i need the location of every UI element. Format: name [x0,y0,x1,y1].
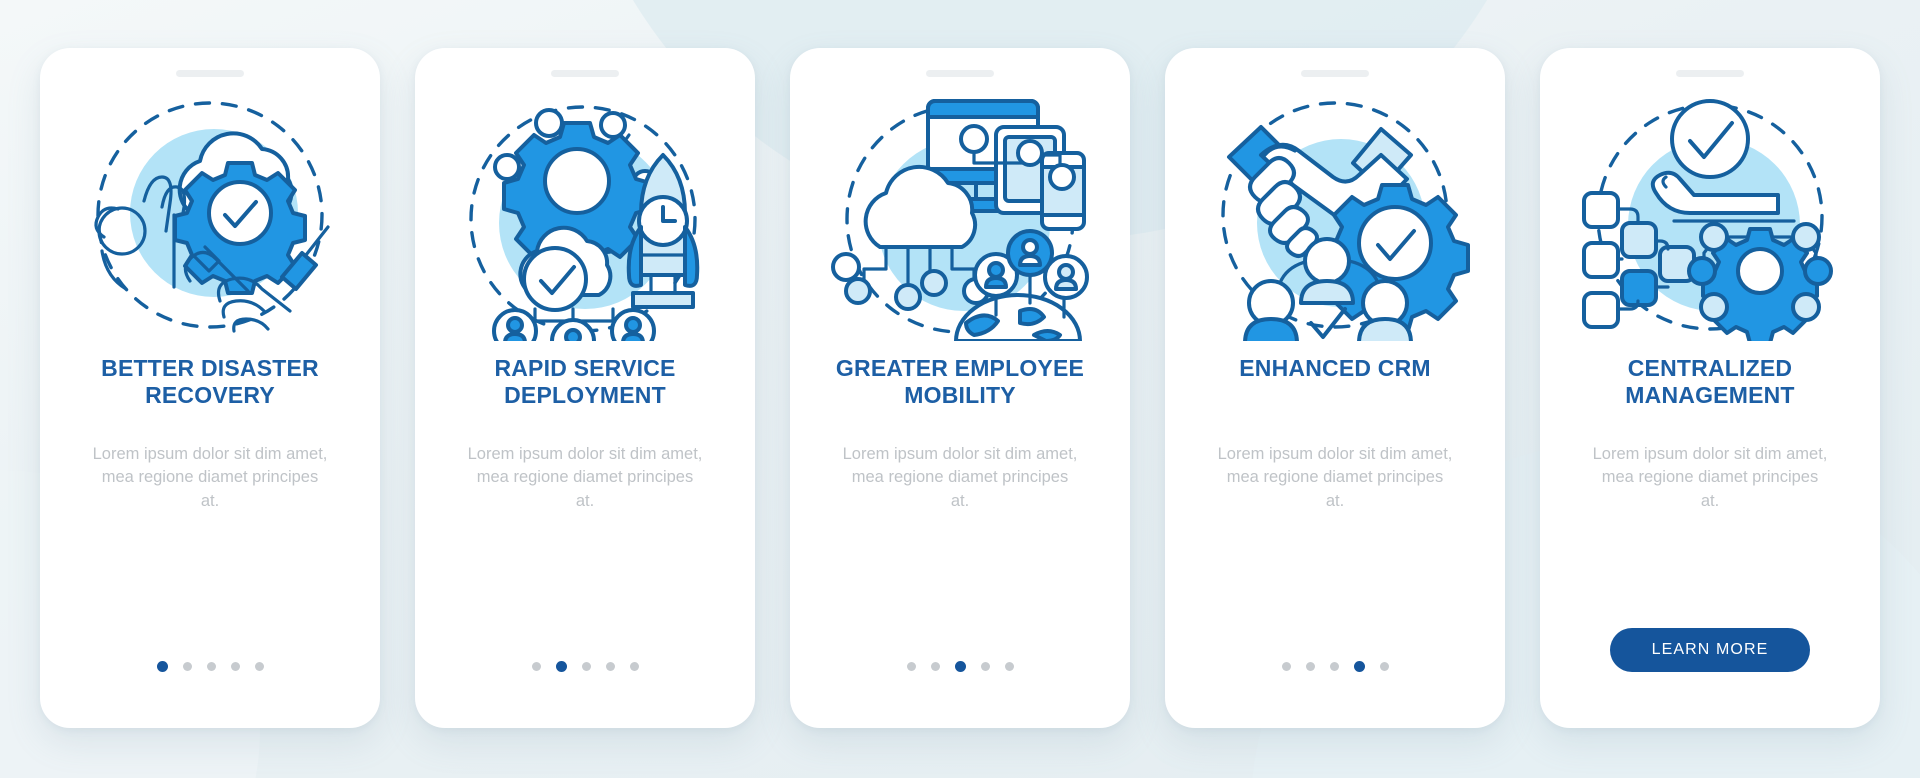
card-body-text: Lorem ipsum dolor sit dim amet, mea regi… [1217,445,1453,510]
onboarding-card-2[interactable]: RAPID SERVICE DEPLOYMENT Lorem ipsum dol… [415,48,755,728]
card-title: CENTRALIZED MANAGEMENT [1625,355,1795,408]
pagination-dot-3[interactable] [954,661,966,672]
phone-speaker-notch [1676,70,1744,77]
pagination-dot-4[interactable] [980,662,990,671]
learn-more-button[interactable]: LEARN MORE [1609,628,1811,672]
illustration-centralized-management [1574,95,1846,345]
onboarding-card-3[interactable]: GREATER EMPLOYEE MOBILITY Lorem ipsum do… [790,48,1130,728]
phone-speaker-notch [176,70,244,77]
pagination-dot-5[interactable] [1379,662,1389,671]
pagination-dot-4[interactable] [230,662,240,671]
pagination-dot-5[interactable] [629,662,639,671]
phone-speaker-notch [551,70,619,77]
pagination-dot-4[interactable] [605,662,615,671]
pagination-dot-2[interactable] [182,662,192,671]
pagination-dot-1[interactable] [1281,662,1291,671]
pagination-dots[interactable] [906,661,1014,672]
onboarding-card-5[interactable]: CENTRALIZED MANAGEMENT Lorem ipsum dolor… [1540,48,1880,728]
pagination-dot-1[interactable] [531,662,541,671]
pagination-dot-2[interactable] [1305,662,1315,671]
pagination-dot-1[interactable] [906,662,916,671]
card-footer [415,661,755,672]
illustration-better-disaster-recovery [74,95,346,341]
card-title: BETTER DISASTER RECOVERY [101,355,319,408]
onboarding-card-1[interactable]: BETTER DISASTER RECOVERY Lorem ipsum dol… [40,48,380,728]
card-body-text: Lorem ipsum dolor sit dim amet, mea regi… [1592,445,1828,510]
pagination-dot-1[interactable] [156,661,168,672]
pagination-dots[interactable] [1281,661,1389,672]
pagination-dot-4[interactable] [1353,661,1365,672]
card-body-text: Lorem ipsum dolor sit dim amet, mea regi… [842,445,1078,510]
card-body-text: Lorem ipsum dolor sit dim amet, mea regi… [92,445,328,510]
card-footer: LEARN MORE [1540,628,1880,672]
phone-speaker-notch [1301,70,1369,77]
card-title: GREATER EMPLOYEE MOBILITY [835,355,1085,408]
pagination-dot-2[interactable] [555,661,567,672]
pagination-dots[interactable] [531,661,639,672]
pagination-dots[interactable] [156,661,264,672]
pagination-dot-2[interactable] [930,662,940,671]
onboarding-card-4[interactable]: ENHANCED CRM Lorem ipsum dolor sit dim a… [1165,48,1505,728]
card-footer [1165,661,1505,672]
pagination-dot-5[interactable] [254,662,264,671]
pagination-dot-5[interactable] [1004,662,1014,671]
card-row: BETTER DISASTER RECOVERY Lorem ipsum dol… [0,0,1920,728]
illustration-enhanced-crm [1199,95,1471,345]
illustration-rapid-service-deployment [449,95,721,364]
card-title: RAPID SERVICE DEPLOYMENT [494,355,676,408]
pagination-dot-3[interactable] [206,662,216,671]
pagination-dot-3[interactable] [581,662,591,671]
illustration-greater-employee-mobility [824,95,1096,343]
pagination-dot-3[interactable] [1329,662,1339,671]
card-footer [790,661,1130,672]
card-body-text: Lorem ipsum dolor sit dim amet, mea regi… [467,445,703,510]
card-title: ENHANCED CRM [1239,355,1431,381]
onboarding-screens-stage: BETTER DISASTER RECOVERY Lorem ipsum dol… [0,0,1920,778]
phone-speaker-notch [926,70,994,77]
card-footer [40,661,380,672]
